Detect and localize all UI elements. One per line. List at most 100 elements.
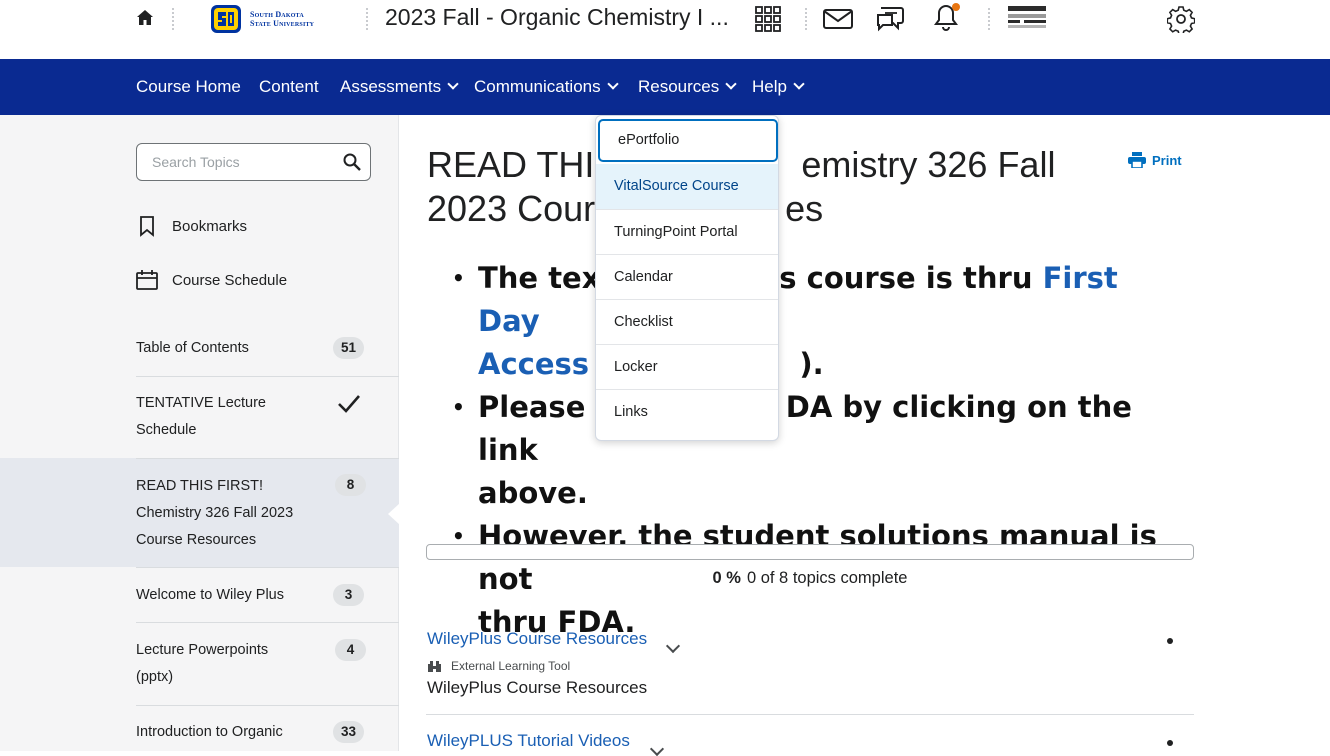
activity-title-wileyplus-resources[interactable]: WileyPlus Course Resources: [427, 629, 647, 649]
toc-label: TENTATIVE Lecture Schedule: [136, 395, 266, 438]
chevron-down-icon: [793, 78, 805, 90]
first-day-access-link[interactable]: Access (: [478, 347, 612, 381]
print-label: Print: [1152, 152, 1182, 168]
resources-menu: ePortfolio VitalSource Course TurningPoi…: [595, 115, 779, 441]
chevron-down-icon: [447, 78, 459, 90]
count-badge: 33: [333, 721, 364, 743]
checkmark-icon: [338, 395, 360, 413]
menu-item-links[interactable]: Links: [596, 389, 778, 434]
print-button[interactable]: Print: [1128, 152, 1182, 168]
menu-item-calendar[interactable]: Calendar: [596, 254, 778, 299]
bullet-fragment: Please r: [478, 390, 610, 424]
bullet-fragment: ).: [799, 347, 824, 381]
home-icon[interactable]: [136, 9, 154, 27]
app-grid-icon[interactable]: [754, 5, 782, 33]
divider: [805, 8, 807, 30]
progress-percent: 0 %: [712, 569, 741, 587]
nav-course-home[interactable]: Course Home: [136, 59, 241, 115]
title-fragment: READ THIS: [427, 144, 619, 185]
count-badge: 3: [333, 584, 364, 606]
search-input[interactable]: [150, 144, 340, 180]
menu-item-vitalsource-course[interactable]: VitalSource Course: [596, 164, 778, 209]
nav-content[interactable]: Content: [259, 59, 319, 115]
title-fragment: es: [785, 188, 824, 229]
nav-assessments[interactable]: Assessments: [340, 59, 459, 115]
chat-icon[interactable]: [876, 5, 904, 33]
bookmarks-label: Bookmarks: [172, 217, 248, 235]
divider: [136, 705, 399, 706]
toc-label: READ THIS FIRST! Chemistry 326 Fall 2023…: [136, 478, 294, 548]
toc-label: Lecture Powerpoints (pptx): [136, 642, 269, 685]
menu-item-checklist[interactable]: Checklist: [596, 299, 778, 344]
nav-help[interactable]: Help: [752, 59, 805, 115]
printer-icon: [1128, 152, 1146, 168]
progress-summary: 0 % 0 of 8 topics complete: [426, 569, 1194, 588]
chevron-down-icon: [606, 78, 619, 90]
bullet-fragment: The text: [478, 261, 615, 295]
nav-label: Resources: [638, 77, 720, 96]
divider: [136, 376, 399, 377]
mail-icon[interactable]: [822, 5, 854, 33]
toc-label: Welcome to Wiley Plus: [136, 587, 284, 603]
chevron-down-icon[interactable]: [649, 741, 665, 756]
activity-type-label: External Learning Tool: [451, 659, 571, 673]
course-schedule-link[interactable]: Course Schedule: [136, 269, 287, 291]
course-schedule-label: Course Schedule: [172, 271, 288, 289]
nav-label: Content: [259, 77, 319, 96]
org-line2: State University: [250, 19, 315, 28]
count-badge: 8: [335, 474, 366, 496]
org-line1: South Dakota: [250, 10, 304, 19]
bullet-fragment: above.: [478, 476, 588, 510]
toc-label: Table of Contents: [136, 340, 249, 356]
toc-item-welcome-wiley-plus[interactable]: Welcome to Wiley Plus 3: [136, 582, 364, 609]
divider: [136, 567, 399, 568]
university-logo[interactable]: South Dakota State University: [208, 2, 314, 36]
nav-label: Help: [752, 77, 787, 96]
external-tool-icon: [428, 661, 441, 672]
notification-dot: [952, 3, 960, 11]
divider: [426, 714, 1194, 715]
gear-icon[interactable]: [1167, 5, 1195, 33]
nav-label: Communications: [474, 77, 601, 96]
bookmark-icon: [140, 216, 154, 237]
toc-item-read-this-first[interactable]: READ THIS FIRST! Chemistry 326 Fall 2023…: [136, 473, 306, 554]
divider: [136, 622, 399, 623]
count-badge: 51: [333, 337, 364, 359]
menu-item-eportfolio[interactable]: ePortfolio: [598, 119, 778, 162]
toc-item-lecture-powerpoints[interactable]: Lecture Powerpoints (pptx): [136, 637, 276, 691]
course-title[interactable]: 2023 Fall - Organic Chemistry I ...: [385, 4, 729, 31]
nav-label: Course Home: [136, 77, 241, 96]
university-name: South Dakota State University: [250, 10, 314, 28]
search-topics: [136, 143, 371, 181]
avatar[interactable]: [1008, 6, 1046, 28]
divider: [172, 8, 174, 30]
nav-resources[interactable]: Resources: [638, 59, 737, 115]
sdsu-logo-icon: [211, 5, 241, 33]
navbar: Course Home Content Assessments Communic…: [0, 59, 1330, 115]
bullet-item: Please rDA by clicking on the link above…: [452, 386, 1172, 515]
divider: [366, 8, 368, 30]
toc-label: Introduction to Organic: [136, 724, 283, 740]
nav-communications[interactable]: Communications: [474, 59, 619, 115]
nav-label: Assessments: [340, 77, 442, 96]
activity-title-wileyplus-tutorial-videos[interactable]: WileyPLUS Tutorial Videos: [427, 731, 630, 751]
menu-item-turningpoint-portal[interactable]: TurningPoint Portal: [596, 209, 778, 254]
activity-subtitle: WileyPlus Course Resources: [427, 678, 648, 697]
title-fragment: 2023 Cour: [427, 188, 596, 229]
title-fragment: emistry 326 Fall: [801, 144, 1056, 185]
notifications[interactable]: [932, 3, 962, 33]
menu-item-locker[interactable]: Locker: [596, 344, 778, 389]
divider: [136, 458, 399, 459]
toc-item-introduction-organic[interactable]: Introduction to Organic 33: [136, 719, 364, 746]
search-icon[interactable]: [343, 153, 361, 171]
minibar: South Dakota State University 2023 Fall …: [0, 0, 1330, 59]
content-sidebar: Bookmarks Course Schedule Table of Conte…: [0, 115, 400, 751]
bookmarks-link[interactable]: Bookmarks: [136, 215, 247, 237]
divider: [988, 8, 990, 30]
toc-item-table-of-contents[interactable]: Table of Contents 51: [136, 335, 364, 362]
toc-item-tentative-lecture-schedule[interactable]: TENTATIVE Lecture Schedule: [136, 390, 276, 444]
bullet-item: The texts course is thru First Day Acces…: [452, 257, 1172, 386]
bullet-fragment: s course is thru: [779, 261, 1043, 295]
completion-indicator: [1167, 740, 1173, 746]
progress-bar: [426, 544, 1194, 560]
